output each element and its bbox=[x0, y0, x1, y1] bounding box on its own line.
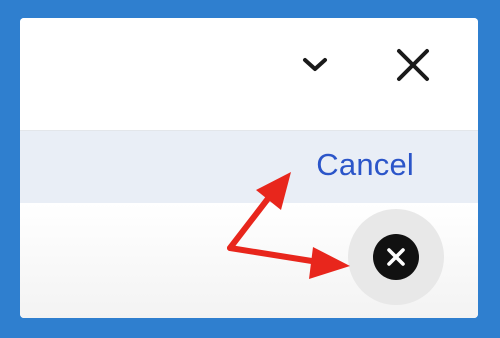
close-circle-icon bbox=[373, 234, 419, 280]
cancel-button[interactable]: Cancel bbox=[316, 147, 414, 183]
cancel-row: Cancel bbox=[20, 131, 478, 203]
close-button[interactable] bbox=[386, 38, 440, 92]
floating-close-button[interactable] bbox=[348, 209, 444, 305]
chevron-down-icon bbox=[303, 58, 327, 71]
top-toolbar bbox=[20, 18, 478, 130]
collapse-button[interactable] bbox=[290, 40, 340, 90]
close-icon bbox=[397, 49, 429, 81]
